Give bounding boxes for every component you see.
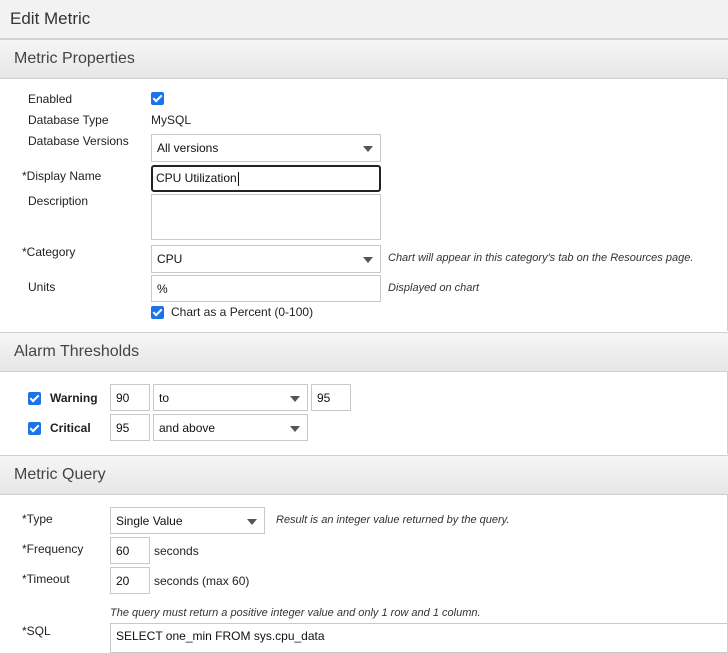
units-label: Units: [28, 280, 56, 294]
enabled-label: Enabled: [28, 92, 73, 106]
query-type-selected: Single Value: [116, 514, 183, 528]
timeout-value: 20: [116, 574, 130, 588]
frequency-value: 60: [116, 544, 130, 558]
category-selected: CPU: [157, 252, 183, 266]
critical-label: Critical: [50, 421, 91, 435]
units-value: %: [157, 282, 168, 296]
page-title: Edit Metric: [10, 9, 91, 28]
database-versions-selected: All versions: [157, 141, 219, 155]
critical-operator-selected: and above: [159, 421, 216, 435]
display-name-label: *Display Name: [22, 169, 102, 183]
query-type-select[interactable]: Single Value: [110, 507, 265, 534]
description-textarea[interactable]: [151, 194, 381, 240]
query-type-hint: Result is an integer value returned by t…: [276, 514, 510, 526]
sql-textarea[interactable]: SELECT one_min FROM sys.cpu_data: [110, 623, 727, 653]
display-name-value: CPU Utilization: [156, 171, 237, 185]
database-type-value: MySQL: [151, 113, 192, 127]
timeout-label: *Timeout: [22, 572, 70, 586]
warning-upper-input[interactable]: 95: [311, 384, 351, 411]
warning-checkbox[interactable]: [28, 392, 41, 405]
warning-value-input[interactable]: 90: [110, 384, 150, 411]
chevron-down-icon: [363, 257, 373, 263]
text-cursor: [237, 171, 239, 186]
section-header-metric-query: Metric Query: [0, 455, 728, 495]
category-hint: Chart will appear in this category's tab…: [388, 252, 694, 264]
timeout-input[interactable]: 20: [110, 567, 150, 594]
type-label: *Type: [22, 512, 53, 526]
page-header: Edit Metric: [0, 0, 728, 39]
critical-operator-select[interactable]: and above: [153, 414, 308, 441]
database-type-label: Database Type: [28, 113, 109, 127]
units-input[interactable]: %: [151, 275, 381, 302]
chart-percent-label: Chart as a Percent (0-100): [171, 305, 314, 319]
database-versions-select[interactable]: All versions: [151, 134, 381, 162]
chevron-down-icon: [290, 396, 300, 402]
enabled-checkbox[interactable]: [151, 92, 164, 105]
warning-upper-value: 95: [317, 391, 331, 405]
warning-label: Warning: [50, 391, 98, 405]
section-header-metric-properties: Metric Properties: [0, 39, 728, 79]
section-title: Alarm Thresholds: [14, 343, 140, 360]
section-title: Metric Properties: [14, 50, 135, 67]
frequency-input[interactable]: 60: [110, 537, 150, 564]
sql-value: SELECT one_min FROM sys.cpu_data: [116, 629, 325, 643]
sql-label: *SQL: [22, 624, 51, 638]
sql-hint: The query must return a positive integer…: [110, 607, 481, 619]
metric-query-panel: *Type Single Value Result is an integer …: [0, 495, 728, 653]
frequency-unit: seconds: [154, 544, 199, 558]
critical-value-input[interactable]: 95: [110, 414, 150, 441]
category-select[interactable]: CPU: [151, 245, 381, 273]
display-name-input[interactable]: CPU Utilization: [151, 165, 381, 192]
timeout-unit: seconds (max 60): [154, 574, 250, 588]
warning-value: 90: [116, 391, 130, 405]
alarm-thresholds-panel: Warning 90 to 95 Critical 95 and above: [0, 372, 728, 454]
chevron-down-icon: [290, 426, 300, 432]
chevron-down-icon: [247, 519, 257, 525]
chevron-down-icon: [363, 146, 373, 152]
frequency-label: *Frequency: [22, 542, 84, 556]
chart-percent-checkbox[interactable]: [151, 306, 164, 319]
warning-operator-select[interactable]: to: [153, 384, 308, 411]
units-hint: Displayed on chart: [388, 282, 480, 294]
critical-value: 95: [116, 421, 130, 435]
critical-checkbox[interactable]: [28, 422, 41, 435]
category-label: *Category: [22, 245, 76, 259]
section-header-alarm-thresholds: Alarm Thresholds: [0, 332, 728, 372]
metric-properties-panel: Enabled Database Type MySQL Database Ver…: [0, 79, 728, 331]
section-title: Metric Query: [14, 466, 106, 483]
warning-operator-selected: to: [159, 391, 170, 405]
database-versions-label: Database Versions: [28, 134, 129, 148]
description-label: Description: [28, 194, 89, 208]
